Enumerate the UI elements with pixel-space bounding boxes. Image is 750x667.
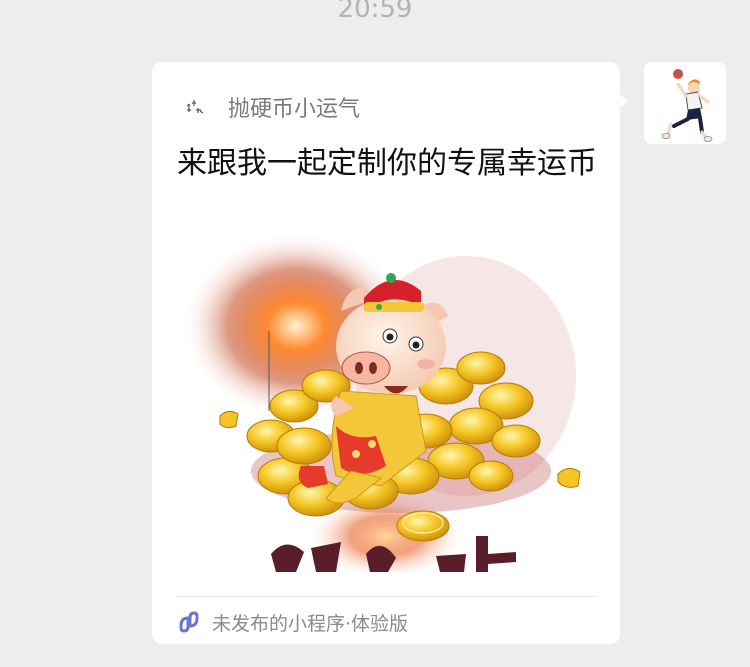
coin-logo-icon [178,90,212,124]
mini-program-card[interactable]: 抛硬币小运气 来跟我一起定制你的专属幸运币 未发布的小程序·体验版 [152,62,620,644]
card-header: 抛硬币小运气 [178,90,360,124]
mini-program-icon [179,611,199,633]
lucky-pig-coins-illustration [176,236,596,572]
volleyball-player-avatar-icon [644,62,726,144]
mini-program-name: 抛硬币小运气 [228,97,361,122]
message-timestamp: 20:59 [337,0,413,24]
sender-avatar[interactable] [644,62,726,144]
card-title: 来跟我一起定制你的专属幸运币 [177,146,597,181]
mini-program-status-label: 未发布的小程序·体验版 [212,612,409,635]
card-footer: 未发布的小程序·体验版 [176,606,408,638]
card-divider [176,596,596,597]
card-cover-image[interactable] [176,236,596,572]
